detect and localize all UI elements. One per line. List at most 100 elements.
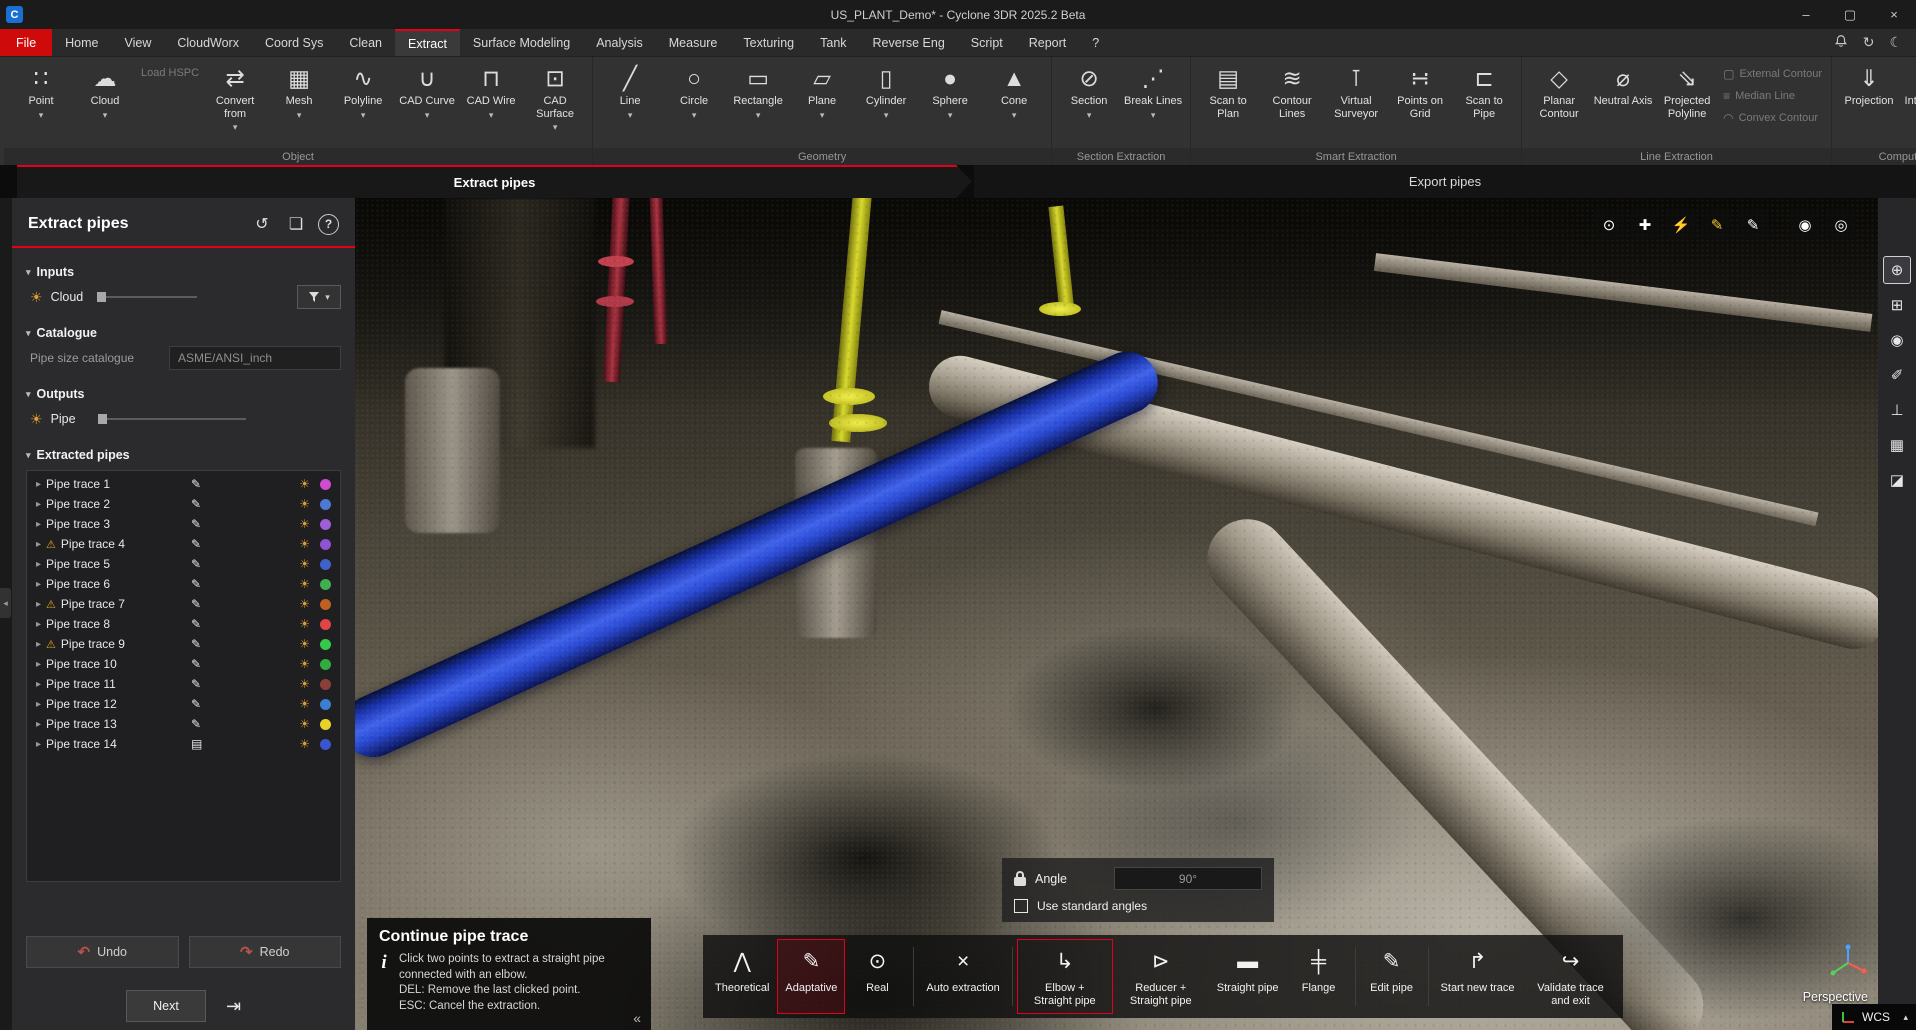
menu-tab-surface-modeling[interactable]: Surface Modeling [460, 29, 583, 56]
pencil-icon[interactable]: ✎ [191, 677, 201, 691]
chevron-right-icon[interactable]: ▸ [36, 499, 41, 510]
menu-tab-coord-sys[interactable]: Coord Sys [252, 29, 336, 56]
use-standard-angles-checkbox[interactable] [1014, 899, 1028, 913]
toolbar-button-edit-pipe[interactable]: ✎Edit pipe [1360, 939, 1424, 1014]
chevron-right-icon[interactable]: ▸ [36, 559, 41, 570]
toolbar-button-elbow-straight-pipe[interactable]: ↳Elbow + Straight pipe [1017, 939, 1113, 1014]
color-swatch[interactable] [320, 519, 331, 530]
light-icon[interactable]: ☀ [299, 597, 310, 611]
menu-tab-file[interactable]: File [0, 29, 52, 56]
pipe-trace-row[interactable]: ▸Pipe trace 2✎☀ [27, 494, 340, 514]
pipe-trace-row[interactable]: ▸Pipe trace 5✎☀ [27, 554, 340, 574]
sync-icon[interactable]: ↻ [1863, 34, 1875, 51]
light-icon[interactable]: ☀ [299, 477, 310, 491]
ribbon-item-contour-lines[interactable]: ≋Contour Lines [1260, 59, 1324, 148]
app-logo-icon[interactable]: C [6, 6, 23, 23]
pencil-icon[interactable]: ✎ [191, 717, 201, 731]
chevron-right-icon[interactable]: ▸ [36, 579, 41, 590]
pencil-icon[interactable]: ✎ [191, 477, 201, 491]
pencil-icon[interactable]: ✎ [191, 697, 201, 711]
menu-tab-cloudworx[interactable]: CloudWorx [164, 29, 252, 56]
notifications-bell-icon[interactable] [1834, 34, 1848, 51]
pencil-icon[interactable]: ✎ [191, 557, 201, 571]
chevron-right-icon[interactable]: ▸ [36, 699, 41, 710]
light-icon[interactable]: ☀ [299, 737, 310, 751]
menu-tab-extract[interactable]: Extract [395, 29, 460, 56]
toolbar-button-reducer-straight-pipe[interactable]: ⊳Reducer + Straight pipe [1113, 939, 1209, 1014]
pencil-icon[interactable]: ✎ [191, 597, 201, 611]
pipe-trace-row[interactable]: ▸Pipe trace 12✎☀ [27, 694, 340, 714]
panel-collapse-arrow[interactable]: ◂ [0, 588, 11, 618]
ribbon-item-cloud[interactable]: ☁Cloud▾ [73, 59, 137, 148]
cloud-visibility-slider[interactable] [97, 291, 197, 303]
pipe-trace-row[interactable]: ▸⚠Pipe trace 4✎☀ [27, 534, 340, 554]
color-swatch[interactable] [320, 499, 331, 510]
chevron-right-icon[interactable]: ▸ [36, 619, 41, 630]
menu-tab-view[interactable]: View [112, 29, 165, 56]
pipe-size-catalogue-field[interactable]: ASME/ANSI_inch [169, 346, 341, 370]
toolbar-button-flange[interactable]: ╪Flange [1287, 939, 1351, 1014]
menu-tab-help[interactable]: ? [1079, 29, 1112, 56]
ribbon-item-points-on-grid[interactable]: ∺Points on Grid [1388, 59, 1452, 148]
edit-trace-icon[interactable]: ✎ [1702, 210, 1732, 240]
pipe-trace-row[interactable]: ▸⚠Pipe trace 7✎☀ [27, 594, 340, 614]
ribbon-item-section[interactable]: ⊘Section▾ [1057, 59, 1121, 148]
toolbar-button-theoretical[interactable]: ⋀Theoretical [707, 939, 777, 1014]
chevron-right-icon[interactable]: ▸ [36, 719, 41, 730]
chevron-right-icon[interactable]: ▸ [36, 679, 41, 690]
pipe-trace-row[interactable]: ▸Pipe trace 1✎☀ [27, 474, 340, 494]
ribbon-item-cylinder[interactable]: ▯Cylinder▾ [854, 59, 918, 148]
color-swatch[interactable] [320, 679, 331, 690]
pipe-trace-row[interactable]: ▸⚠Pipe trace 9✎☀ [27, 634, 340, 654]
toolbar-button-auto-extraction[interactable]: ×Auto extraction [918, 939, 1007, 1014]
pipe-trace-row[interactable]: ▸Pipe trace 14▤☀ [27, 734, 340, 754]
ribbon-item-sphere[interactable]: ●Sphere▾ [918, 59, 982, 148]
pipe-trace-row[interactable]: ▸Pipe trace 8✎☀ [27, 614, 340, 634]
ribbon-item-cad-surface[interactable]: ⊡CAD Surface▾ [523, 59, 587, 148]
edit-pipe-icon[interactable]: ✎ [1738, 210, 1768, 240]
pencil-icon[interactable]: ✎ [191, 517, 201, 531]
pipe-trace-row[interactable]: ▸Pipe trace 11✎☀ [27, 674, 340, 694]
menu-tab-tank[interactable]: Tank [807, 29, 859, 56]
color-swatch[interactable] [320, 539, 331, 550]
level-view-icon[interactable]: ⊥ [1883, 396, 1911, 424]
angle-value-field[interactable]: 90° [1114, 867, 1262, 890]
toolbar-button-adaptative[interactable]: ✎Adaptative [777, 939, 845, 1014]
ribbon-item-intersection[interactable]: ∩Intersection [1901, 59, 1916, 148]
ribbon-item-planar-contour[interactable]: ◇Planar Contour [1527, 59, 1591, 148]
menu-tab-clean[interactable]: Clean [336, 29, 395, 56]
color-swatch[interactable] [320, 639, 331, 650]
slider-handle[interactable] [97, 292, 106, 302]
light-icon[interactable]: ☀ [299, 697, 310, 711]
color-swatch[interactable] [320, 619, 331, 630]
pencil-icon[interactable]: ✎ [191, 657, 201, 671]
menu-tab-reverse-eng[interactable]: Reverse Eng [860, 29, 958, 56]
center-view-icon[interactable]: ⊙ [1594, 210, 1624, 240]
pipe-trace-row[interactable]: ▸Pipe trace 3✎☀ [27, 514, 340, 534]
toolbar-button-real[interactable]: ⊙Real [845, 939, 909, 1014]
ribbon-item-rectangle[interactable]: ▭Rectangle▾ [726, 59, 790, 148]
chevron-right-icon[interactable]: ▸ [36, 479, 41, 490]
color-swatch[interactable] [320, 579, 331, 590]
toolbar-button-start-new-trace[interactable]: ↱Start new trace [1433, 939, 1523, 1014]
ribbon-item-neutral-axis[interactable]: ⌀Neutral Axis [1591, 59, 1655, 148]
light-icon[interactable]: ☀ [299, 537, 310, 551]
cloud-filter-dropdown[interactable]: ▾ [297, 285, 341, 309]
ribbon-item-scan-to-plan[interactable]: ▤Scan to Plan [1196, 59, 1260, 148]
light-icon[interactable]: ☀ [299, 557, 310, 571]
pencil-icon[interactable]: ✎ [191, 497, 201, 511]
show-pipes-icon[interactable]: ◉ [1790, 210, 1820, 240]
pencil-icon[interactable]: ✎ [191, 617, 201, 631]
color-swatch[interactable] [320, 479, 331, 490]
section-inputs[interactable]: ▾ Inputs [26, 265, 341, 279]
ribbon-item-break-lines[interactable]: ⋰Break Lines▾ [1121, 59, 1185, 148]
light-icon[interactable]: ☀ [299, 657, 310, 671]
ribbon-item-circle[interactable]: ○Circle▾ [662, 59, 726, 148]
close-icon[interactable]: × [1872, 0, 1916, 29]
extracted-blue-pipe[interactable] [355, 342, 1168, 767]
isolate-pipes-icon[interactable]: ◎ [1826, 210, 1856, 240]
section-extracted-pipes[interactable]: ▾ Extracted pipes [26, 448, 341, 462]
pencil-icon[interactable]: ✎ [191, 577, 201, 591]
ribbon-item-cad-wire[interactable]: ⊓CAD Wire▾ [459, 59, 523, 148]
pipe-trace-row[interactable]: ▸Pipe trace 13✎☀ [27, 714, 340, 734]
